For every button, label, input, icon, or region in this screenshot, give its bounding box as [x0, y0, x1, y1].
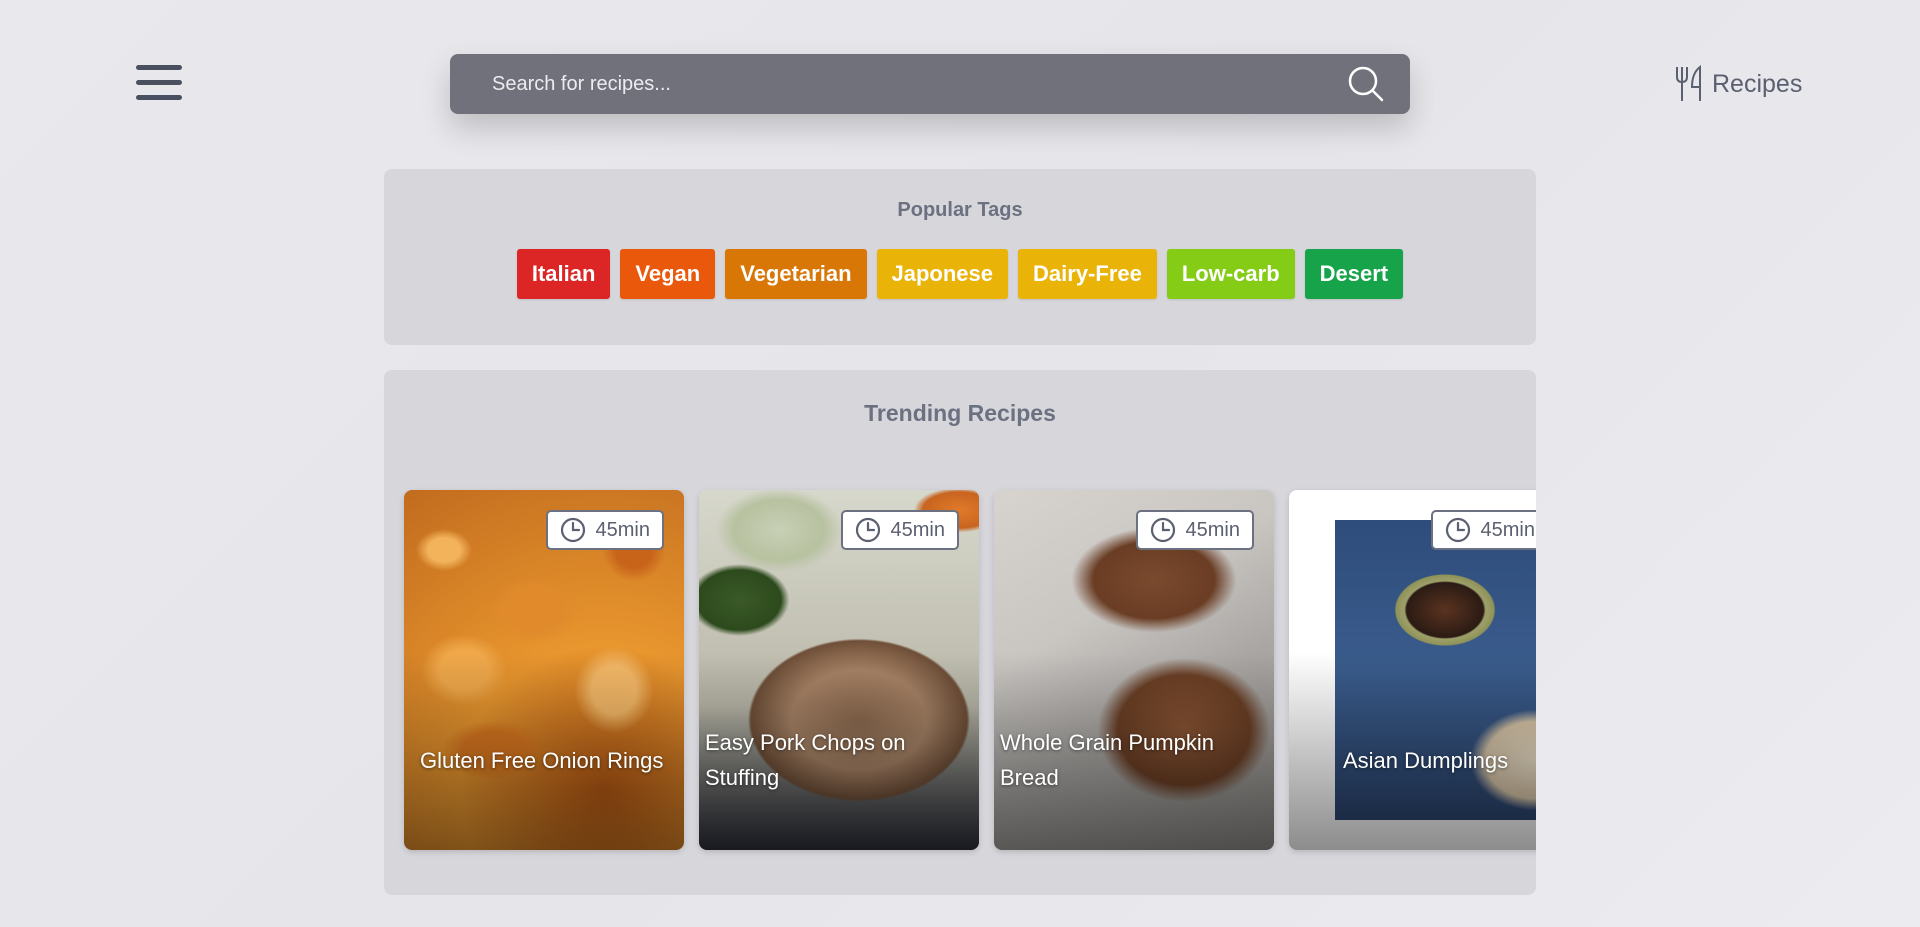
tag-dairy-free[interactable]: Dairy-Free — [1018, 249, 1157, 299]
brand-link[interactable]: Recipes — [1674, 64, 1802, 104]
recipe-carousel: 45min Gluten Free Onion Rings 45min Easy… — [404, 490, 1536, 850]
tag-desert[interactable]: Desert — [1304, 249, 1404, 299]
menu-line — [136, 65, 182, 70]
clock-icon — [855, 517, 880, 543]
fork-knife-icon — [1676, 65, 1701, 101]
time-label: 45min — [595, 518, 650, 541]
tag-low-carb[interactable]: Low-carb — [1166, 249, 1295, 299]
tag-vegan[interactable]: Vegan — [620, 249, 716, 299]
popular-tags-panel: Popular Tags Italian Vegan Vegetarian Ja… — [384, 169, 1536, 345]
brand-label: Recipes — [1712, 69, 1803, 98]
time-badge: 45min — [545, 510, 664, 550]
time-label: 45min — [890, 518, 945, 541]
clock-icon — [1445, 517, 1470, 543]
recipe-title: Whole Grain Pumpkin Bread — [1000, 730, 1214, 790]
menu-line — [136, 80, 182, 85]
tag-italian[interactable]: Italian — [516, 249, 611, 299]
trending-recipes-title: Trending Recipes — [864, 400, 1056, 426]
tag-vegetarian[interactable]: Vegetarian — [725, 249, 867, 299]
recipe-card[interactable]: 45min Asian Dumplings — [1289, 490, 1536, 850]
time-badge: 45min — [840, 510, 959, 550]
recipe-card[interactable]: 45min Whole Grain Pumpkin Bread — [994, 490, 1274, 850]
recipe-card[interactable]: 45min Gluten Free Onion Rings — [404, 490, 684, 850]
tag-japonese[interactable]: Japonese — [876, 249, 1009, 299]
time-badge: 45min — [1430, 510, 1536, 550]
recipe-card[interactable]: 45min Easy Pork Chops on Stuffing — [699, 490, 979, 850]
clock-icon — [560, 517, 585, 543]
time-label: 45min — [1480, 518, 1535, 541]
recipe-title: Asian Dumplings — [1343, 748, 1509, 773]
recipe-title: Easy Pork Chops on Stuffing — [705, 730, 906, 790]
search-bar — [450, 54, 1410, 114]
time-badge: 45min — [1135, 510, 1254, 550]
tags-row: Italian Vegan Vegetarian Japonese Dairy-… — [384, 249, 1536, 299]
menu-line — [136, 95, 182, 100]
popular-tags-title: Popular Tags — [897, 199, 1023, 221]
time-label: 45min — [1185, 518, 1240, 541]
clock-icon — [1150, 517, 1175, 543]
trending-recipes-panel: Trending Recipes 45min Gluten Free Onion… — [384, 370, 1536, 895]
search-input[interactable] — [490, 71, 1346, 97]
hamburger-menu-button[interactable] — [134, 63, 184, 105]
recipe-title: Gluten Free Onion Rings — [420, 748, 664, 773]
search-icon[interactable] — [1346, 64, 1386, 104]
